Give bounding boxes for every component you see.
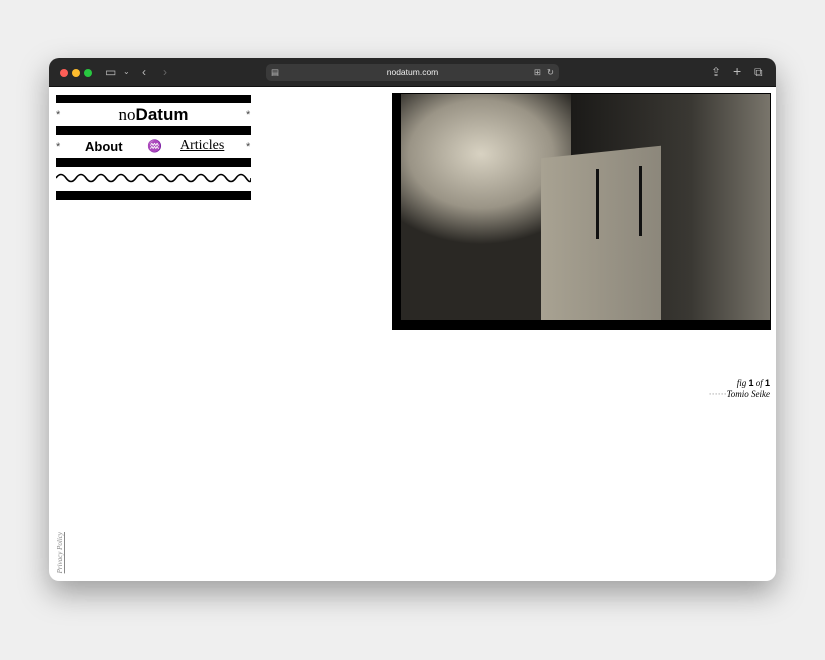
- share-icon[interactable]: ⇪: [711, 65, 721, 79]
- photo-image: [401, 94, 770, 320]
- fig-label: fig: [736, 378, 747, 388]
- fig-of-label: of: [755, 378, 763, 388]
- divider: [56, 95, 251, 103]
- featured-photo[interactable]: [392, 93, 771, 330]
- divider: [56, 191, 251, 200]
- star-ornament: *: [246, 141, 251, 153]
- close-button[interactable]: [60, 69, 68, 77]
- zoom-button[interactable]: [84, 69, 92, 77]
- photo-credit: Tomio Seike: [726, 389, 770, 399]
- sidebar-icon[interactable]: ▭: [105, 65, 116, 79]
- privacy-policy-link[interactable]: Privacy Policy: [56, 532, 64, 573]
- page-content: * * noDatum * * About ♒ Articles fig 1 o…: [49, 87, 776, 581]
- back-icon[interactable]: ‹: [142, 65, 146, 79]
- url-text: nodatum.com: [386, 67, 439, 77]
- logo-prefix: no: [118, 105, 136, 124]
- star-ornament: *: [56, 141, 61, 153]
- nav-separator-icon: ♒: [147, 139, 162, 153]
- forward-icon: ›: [163, 65, 167, 79]
- chevron-down-icon[interactable]: ⌄: [123, 65, 130, 79]
- logo-suffix: Datum: [135, 105, 189, 124]
- page-settings-icon[interactable]: ▤: [271, 64, 279, 81]
- translate-icon[interactable]: ⊞: [534, 64, 541, 81]
- minimize-button[interactable]: [72, 69, 80, 77]
- site-logo[interactable]: noDatum: [56, 105, 251, 125]
- nav-articles[interactable]: Articles: [180, 138, 224, 154]
- tabs-overview-icon[interactable]: ⧉: [754, 65, 763, 79]
- new-tab-icon[interactable]: +: [733, 64, 741, 78]
- address-bar[interactable]: ▤ nodatum.com ⊞ ↻: [266, 64, 559, 81]
- nav-about[interactable]: About: [85, 139, 123, 154]
- fig-total: 1: [764, 378, 770, 388]
- figure-caption: fig 1 of 1 ······Tomio Seike: [709, 378, 770, 400]
- fig-index: 1: [748, 378, 754, 388]
- browser-toolbar: ▭ ⌄ ‹ › ▤ nodatum.com ⊞ ↻ ⇪ + ⧉: [49, 58, 776, 87]
- divider: [56, 126, 251, 135]
- reload-icon[interactable]: ↻: [547, 64, 554, 81]
- divider: [56, 158, 251, 167]
- scroll-ornament-icon: [56, 173, 251, 183]
- credit-dots: ······: [708, 389, 727, 399]
- browser-window: ▭ ⌄ ‹ › ▤ nodatum.com ⊞ ↻ ⇪ + ⧉ * * noDa…: [49, 58, 776, 581]
